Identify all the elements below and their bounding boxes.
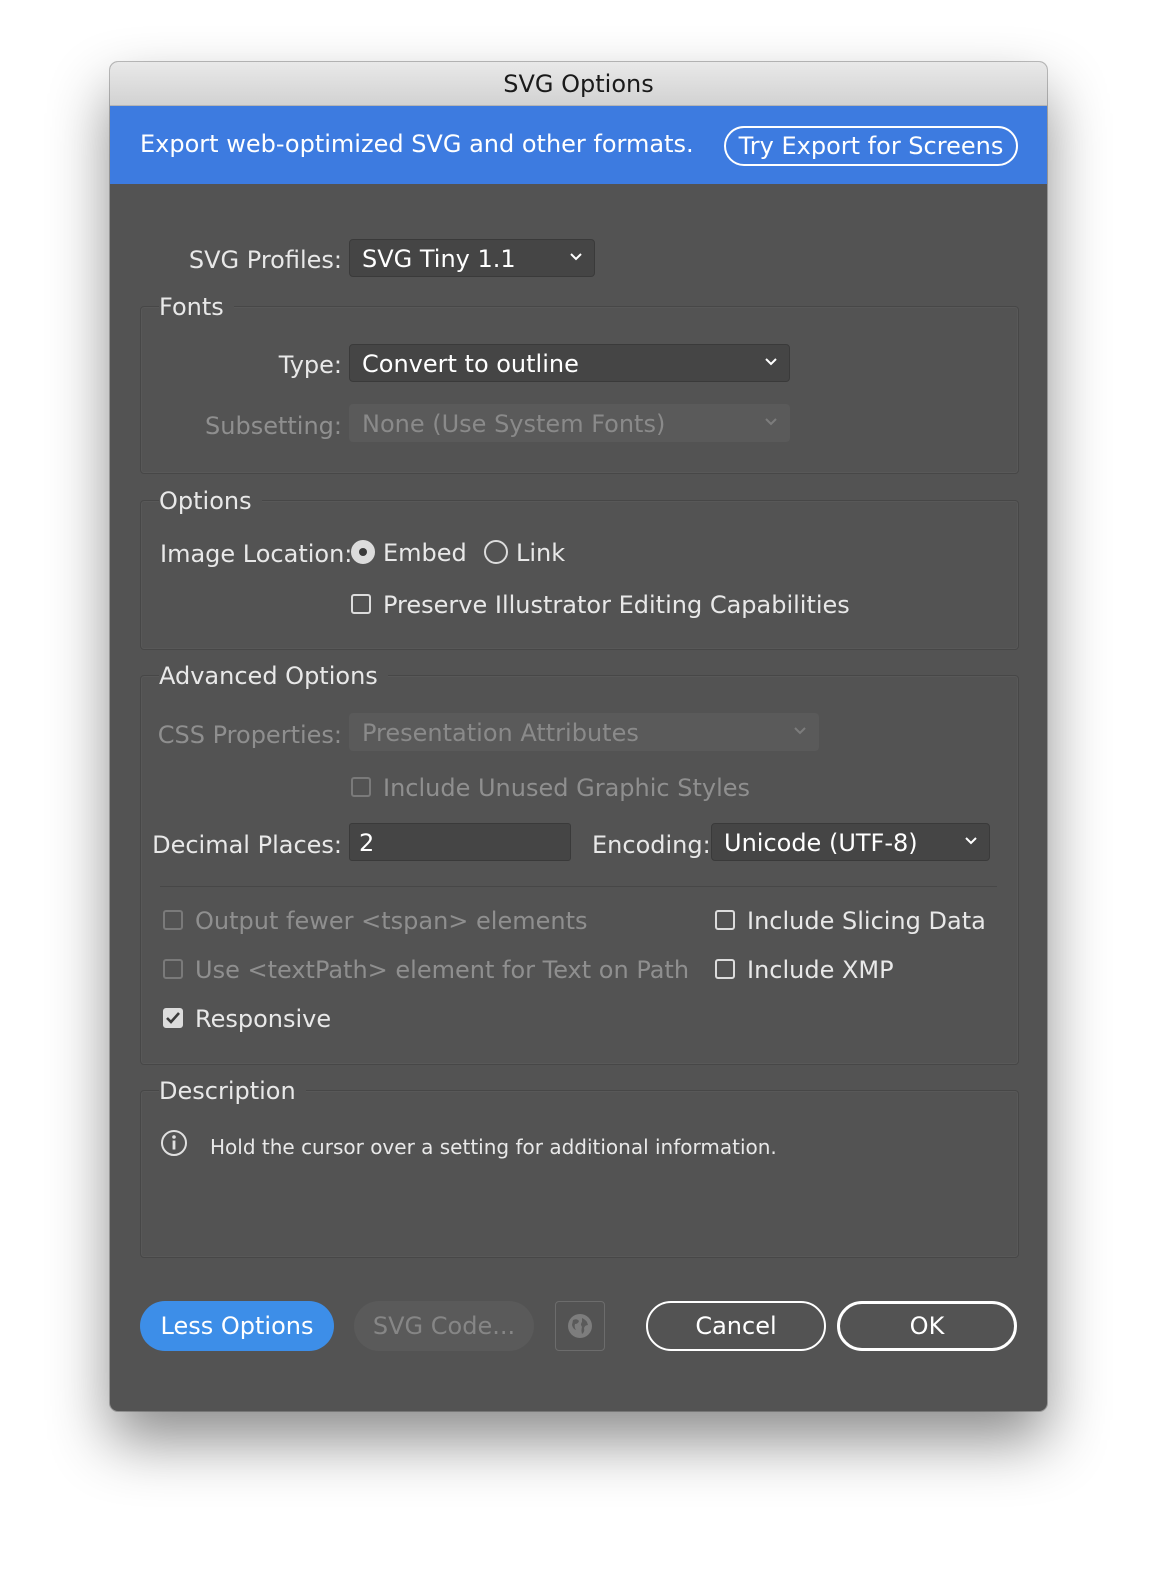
embed-label[interactable]: Embed bbox=[383, 539, 467, 567]
encoding-label: Encoding: bbox=[592, 831, 711, 859]
css-properties-value: Presentation Attributes bbox=[362, 719, 639, 747]
subsetting-dropdown[interactable]: None (Use System Fonts) bbox=[349, 404, 790, 442]
font-type-dropdown[interactable]: Convert to outline bbox=[349, 344, 790, 382]
fonts-group bbox=[140, 306, 1019, 474]
info-icon bbox=[161, 1130, 187, 1156]
window-title: SVG Options bbox=[110, 62, 1047, 106]
export-banner: Export web-optimized SVG and other forma… bbox=[110, 106, 1047, 184]
include-xmp-label[interactable]: Include XMP bbox=[747, 956, 894, 984]
less-options-button[interactable]: Less Options bbox=[140, 1301, 334, 1351]
svg-options-dialog: SVG Options Export web-optimized SVG and… bbox=[110, 62, 1047, 1411]
ok-button[interactable]: OK bbox=[837, 1301, 1017, 1351]
encoding-value: Unicode (UTF-8) bbox=[724, 829, 918, 857]
include-xmp-checkbox[interactable] bbox=[715, 959, 735, 979]
font-type-label: Type: bbox=[278, 351, 342, 379]
link-radio[interactable] bbox=[484, 540, 508, 564]
include-slicing-data-checkbox[interactable] bbox=[715, 910, 735, 930]
font-type-value: Convert to outline bbox=[362, 350, 579, 378]
css-properties-label: CSS Properties: bbox=[157, 721, 342, 749]
try-export-for-screens-button[interactable]: Try Export for Screens bbox=[724, 126, 1018, 166]
svg-profiles-label: SVG Profiles: bbox=[188, 246, 342, 274]
description-group bbox=[140, 1090, 1019, 1258]
use-textpath-checkbox[interactable] bbox=[163, 959, 183, 979]
preserve-editing-label[interactable]: Preserve Illustrator Editing Capabilitie… bbox=[383, 591, 850, 619]
fonts-group-title: Fonts bbox=[159, 293, 234, 321]
link-label[interactable]: Link bbox=[516, 539, 565, 567]
options-group-title: Options bbox=[159, 487, 262, 515]
image-location-label: Image Location: bbox=[160, 540, 353, 568]
subsetting-value: None (Use System Fonts) bbox=[362, 410, 666, 438]
svg-code-button[interactable]: SVG Code... bbox=[354, 1301, 534, 1351]
advanced-options-title: Advanced Options bbox=[159, 662, 388, 690]
description-text: Hold the cursor over a setting for addit… bbox=[210, 1135, 777, 1159]
output-fewer-tspan-label: Output fewer <tspan> elements bbox=[195, 907, 588, 935]
preserve-editing-checkbox[interactable] bbox=[351, 594, 371, 614]
encoding-dropdown[interactable]: Unicode (UTF-8) bbox=[711, 823, 990, 861]
svg-profiles-value: SVG Tiny 1.1 bbox=[362, 245, 516, 273]
css-properties-dropdown[interactable]: Presentation Attributes bbox=[349, 713, 819, 751]
chevron-down-icon bbox=[570, 253, 582, 261]
chevron-down-icon bbox=[765, 358, 777, 366]
embed-radio[interactable] bbox=[351, 540, 375, 564]
advanced-separator bbox=[160, 886, 997, 887]
checkmark-icon bbox=[166, 1012, 180, 1024]
preview-in-browser-button[interactable] bbox=[555, 1301, 605, 1351]
globe-icon bbox=[568, 1314, 592, 1338]
description-title: Description bbox=[159, 1077, 306, 1105]
responsive-label[interactable]: Responsive bbox=[195, 1005, 331, 1033]
use-textpath-label: Use <textPath> element for Text on Path bbox=[195, 956, 690, 984]
banner-message: Export web-optimized SVG and other forma… bbox=[140, 130, 694, 158]
decimal-places-label: Decimal Places: bbox=[152, 831, 342, 859]
chevron-down-icon bbox=[794, 727, 806, 735]
subsetting-label: Subsetting: bbox=[205, 412, 342, 440]
responsive-checkbox[interactable] bbox=[163, 1008, 183, 1028]
include-unused-styles-label: Include Unused Graphic Styles bbox=[383, 774, 751, 802]
include-unused-styles-checkbox[interactable] bbox=[351, 777, 371, 797]
options-group bbox=[140, 500, 1019, 650]
svg-profiles-dropdown[interactable]: SVG Tiny 1.1 bbox=[349, 239, 595, 277]
cancel-button[interactable]: Cancel bbox=[646, 1301, 826, 1351]
decimal-places-input[interactable]: 2 bbox=[349, 823, 571, 861]
include-slicing-data-label[interactable]: Include Slicing Data bbox=[747, 907, 986, 935]
chevron-down-icon bbox=[765, 418, 777, 426]
decimal-places-value: 2 bbox=[359, 829, 375, 857]
output-fewer-tspan-checkbox[interactable] bbox=[163, 910, 183, 930]
chevron-down-icon bbox=[965, 837, 977, 845]
